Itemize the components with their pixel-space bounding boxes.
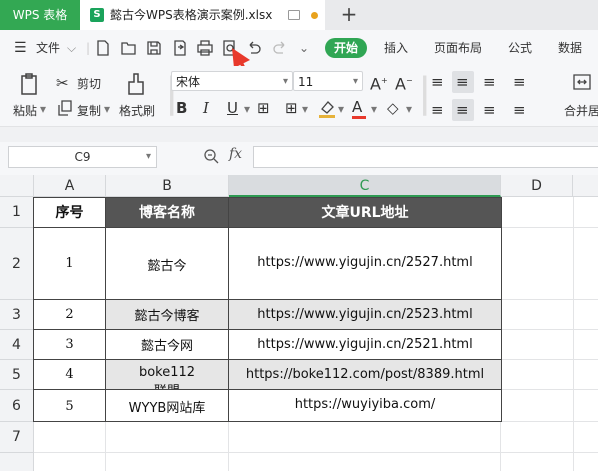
tab-data[interactable]: 数据 [558,30,582,66]
border-icon[interactable]: ⊞ [285,99,298,117]
fill-color-icon[interactable] [318,99,336,119]
tab-page-layout[interactable]: 页面布局 [434,30,482,66]
increase-font-size-icon[interactable]: A+ [370,72,388,93]
italic-icon[interactable]: I [203,99,209,117]
hamburger-icon[interactable]: ☰ [14,30,27,66]
tab-start[interactable]: 开始 [325,38,367,58]
gridline [228,422,229,471]
window-icon[interactable] [288,10,300,20]
decrease-font-size-icon[interactable]: A− [395,72,413,93]
clear-chevron-icon[interactable]: ▾ [406,102,412,116]
gridline [501,299,598,300]
align-top-icon[interactable]: ≡ [431,73,444,91]
gridline [105,422,106,471]
gridline [501,359,598,360]
font-color-icon[interactable]: A [352,98,362,116]
row-header-5[interactable]: 5 [0,360,34,390]
row-header-3[interactable]: 3 [0,300,34,330]
select-all-corner[interactable] [0,175,34,197]
column-header-d[interactable]: D [501,175,573,197]
format-painter-icon[interactable] [126,72,146,96]
cell-reference: C9 [74,150,91,164]
row-header-7[interactable]: 7 [0,422,34,453]
column-header-c[interactable]: C [229,175,501,197]
row-header-1[interactable]: 1 [0,197,34,228]
paste-chevron-icon[interactable]: ▾ [40,102,46,116]
divider: | [418,70,432,116]
merge-cells-icon[interactable] [572,72,592,92]
app-tab[interactable]: WPS 表格 [0,0,80,30]
spreadsheet-file-icon: S [90,8,104,22]
bold-icon[interactable]: B [176,99,187,117]
table-outline [33,197,502,422]
scissors-icon: ✂ [56,74,69,92]
font-name-value: 宋体 [176,75,201,89]
document-tab[interactable]: S 懿古今WPS表格演示案例.xlsx [80,0,325,30]
format-painter-button[interactable]: 格式刷 [119,102,155,119]
row-header-6[interactable]: 6 [0,390,34,422]
gridline [501,329,598,330]
paste-icon[interactable] [18,72,40,96]
align-left-icon[interactable]: ≡ [431,101,444,119]
gridline [573,197,574,471]
tab-insert[interactable]: 插入 [384,30,408,66]
font-size-chevron-icon: ▾ [352,76,358,87]
row-header-2[interactable]: 2 [0,228,34,300]
menu-row: ☰ 文件 ⌵ | ⌄ 开始 插入 页面布局 公式 数据 [0,30,598,66]
column-header-a[interactable]: A [34,175,106,197]
save-icon[interactable] [146,40,162,56]
align-center-icon[interactable]: ≡ [456,101,469,119]
font-color-swatch [352,116,366,119]
font-size-value: 11 [298,75,314,89]
column-header-b[interactable]: B [106,175,229,197]
formula-input[interactable] [253,146,598,168]
gridline [500,422,501,471]
font-color-chevron-icon[interactable]: ▾ [371,102,377,116]
tab-formulas[interactable]: 公式 [508,30,532,66]
align-bottom-icon[interactable]: ≡ [483,73,496,91]
merge-center-button[interactable]: 合并居 [564,102,598,119]
divider: | [86,41,91,55]
font-name-select[interactable]: 宋体 ▾ [171,71,293,91]
new-tab-button[interactable]: + [336,0,362,30]
copy-icon [58,100,72,116]
underline-icon[interactable]: U [227,99,238,117]
wrap-text-icon[interactable]: ≡ [513,73,526,91]
ribbon: 粘贴 ▾ ✂ 剪切 复制 ▾ 格式刷 | 宋体 ▾ 11 ▾ A+ A− B I U… [0,66,598,127]
name-box[interactable]: C9 ▾ [8,146,157,168]
gridline [501,389,598,390]
copy-chevron-icon[interactable]: ▾ [104,102,110,116]
zoom-search-icon[interactable] [203,148,219,164]
quick-access-more-icon[interactable]: ⌄ [299,30,309,66]
export-icon[interactable] [172,40,188,56]
font-name-chevron-icon: ▾ [282,76,288,87]
align-middle-icon[interactable]: ≡ [456,73,469,91]
gridline [34,452,598,453]
border-chevron-icon[interactable]: ▾ [302,102,308,116]
gridline [501,227,598,228]
file-menu[interactable]: 文件 [36,30,60,66]
name-box-chevron-icon: ▾ [145,151,151,162]
ribbon-gap [0,127,598,142]
open-folder-icon[interactable] [121,40,137,56]
justify-icon[interactable]: ≡ [513,101,526,119]
fill-color-chevron-icon[interactable]: ▾ [338,102,344,116]
row-header-4[interactable]: 4 [0,330,34,360]
cut-button[interactable]: 剪切 [77,75,101,92]
chevron-down-icon[interactable]: ⌵ [67,30,76,66]
font-size-select[interactable]: 11 ▾ [293,71,363,91]
copy-button[interactable]: 复制 [77,102,101,119]
column-header-e[interactable] [573,175,598,197]
row-header-8[interactable] [0,453,34,471]
strikethrough-icon[interactable]: ⊞ [257,99,270,117]
document-title: 懿古今WPS表格演示案例.xlsx [110,8,273,22]
unsaved-indicator-icon [311,12,318,19]
paste-button[interactable]: 粘贴 [13,102,37,119]
print-icon[interactable] [197,40,213,56]
underline-chevron-icon[interactable]: ▾ [244,102,250,116]
new-doc-icon[interactable] [95,40,111,56]
align-right-icon[interactable]: ≡ [483,101,496,119]
clear-format-icon[interactable]: ◇ [387,99,399,117]
fx-button[interactable]: fx [229,146,242,162]
